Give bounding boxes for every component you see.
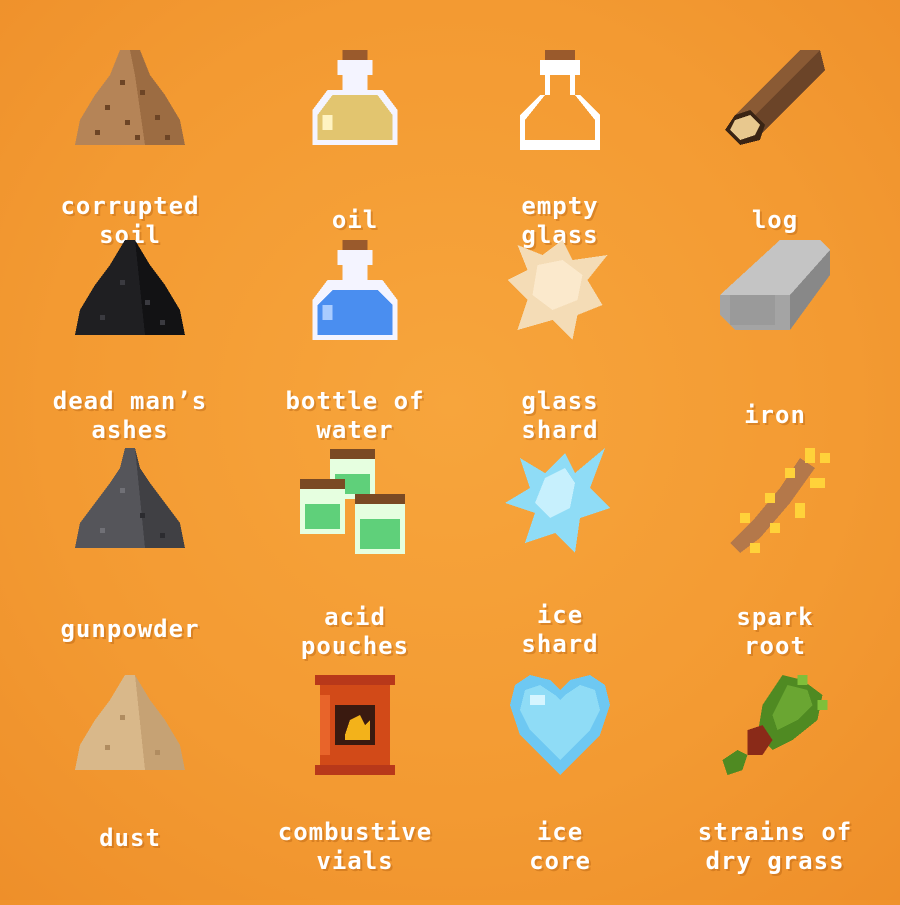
grass-bundle-icon — [722, 675, 828, 775]
item-bottle-of-water[interactable]: bottle of water — [245, 240, 465, 450]
item-label: strains of dry grass — [697, 818, 853, 875]
item-label: ice shard — [521, 601, 599, 658]
empty-bottle-icon — [515, 45, 605, 155]
oil-bottle-icon — [308, 45, 403, 155]
item-empty-glass[interactable]: empty glass — [450, 45, 670, 255]
item-strains-of-dry-grass[interactable]: strains of dry grass — [665, 675, 885, 885]
item-dead-mans-ashes[interactable]: dead man’s ashes — [20, 240, 240, 450]
item-label: dust — [99, 824, 161, 852]
acid-jars-icon — [300, 448, 410, 560]
item-gunpowder[interactable]: gunpowder — [20, 448, 240, 658]
item-label: combustive vials — [277, 818, 433, 875]
dust-pile-icon — [75, 675, 185, 775]
item-glass-shard[interactable]: glass shard — [450, 240, 670, 450]
item-label: gunpowder — [60, 615, 200, 643]
item-combustive-vials[interactable]: combustive vials — [245, 675, 465, 885]
item-spark-root[interactable]: spark root — [665, 448, 885, 660]
water-bottle-icon — [308, 240, 403, 345]
item-grid: corrupted soil oil empty glass log dead … — [0, 0, 900, 900]
ice-shard-icon — [505, 448, 615, 558]
spark-root-icon — [720, 448, 830, 558]
item-label: acid pouches — [300, 603, 410, 660]
item-label: ice core — [529, 818, 591, 875]
ice-heart-icon — [510, 675, 610, 775]
item-oil[interactable]: oil — [245, 45, 465, 255]
item-ice-shard[interactable]: ice shard — [450, 448, 670, 658]
item-dust[interactable]: dust — [20, 675, 240, 885]
item-corrupted-soil[interactable]: corrupted soil — [20, 45, 240, 255]
gunpowder-pile-icon — [75, 448, 185, 553]
item-iron[interactable]: iron — [665, 240, 885, 450]
soil-pile-icon — [75, 45, 185, 150]
item-acid-pouches[interactable]: acid pouches — [245, 448, 465, 660]
ash-pile-icon — [75, 240, 185, 340]
item-label: spark root — [736, 603, 814, 660]
item-log[interactable]: log — [665, 45, 885, 255]
glass-shard-icon — [507, 240, 613, 340]
log-icon — [720, 45, 830, 155]
item-label: iron — [744, 401, 806, 429]
combustive-vial-icon — [315, 675, 395, 775]
item-ice-core[interactable]: ice core — [450, 675, 670, 885]
iron-ingot-icon — [720, 240, 830, 335]
